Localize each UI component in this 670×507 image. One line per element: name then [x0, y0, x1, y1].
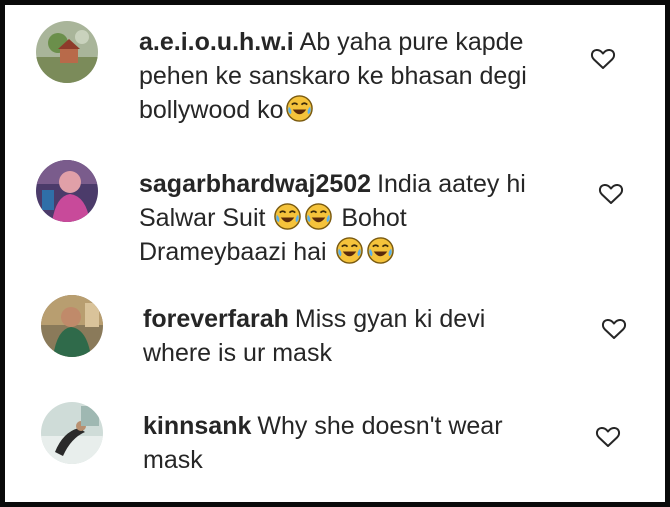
like-heart-icon[interactable] [598, 182, 624, 206]
comment-text: sagarbhardwaj2502 India aatey hi Salwar S… [139, 170, 526, 266]
like-heart-icon[interactable] [595, 425, 621, 449]
tears-of-joy-emoji [335, 236, 364, 265]
avatar[interactable] [41, 295, 103, 357]
avatar[interactable] [36, 160, 98, 222]
avatar[interactable] [36, 21, 98, 83]
tears-of-joy-emoji [273, 202, 302, 231]
like-heart-icon[interactable] [601, 317, 627, 341]
tears-of-joy-emoji [304, 202, 333, 231]
avatar[interactable] [41, 402, 103, 464]
like-heart-icon[interactable] [590, 47, 616, 71]
comments-panel: a.e.i.o.u.h.w.i Ab yaha pure kapde pehen … [0, 0, 670, 507]
comment-username[interactable]: sagarbhardwaj2502 [139, 170, 371, 198]
comment-username[interactable]: a.e.i.o.u.h.w.i [139, 28, 294, 56]
comment-text: foreverfarah Miss gyan ki devi where is u… [143, 305, 486, 367]
tears-of-joy-emoji [285, 94, 314, 123]
comment-text: a.e.i.o.u.h.w.i Ab yaha pure kapde pehen … [139, 28, 527, 124]
comment-username[interactable]: foreverfarah [143, 305, 289, 333]
comment-username[interactable]: kinnsank [143, 412, 251, 440]
comment-text: kinnsank Why she doesn't wear mask [143, 412, 503, 474]
tears-of-joy-emoji [366, 236, 395, 265]
